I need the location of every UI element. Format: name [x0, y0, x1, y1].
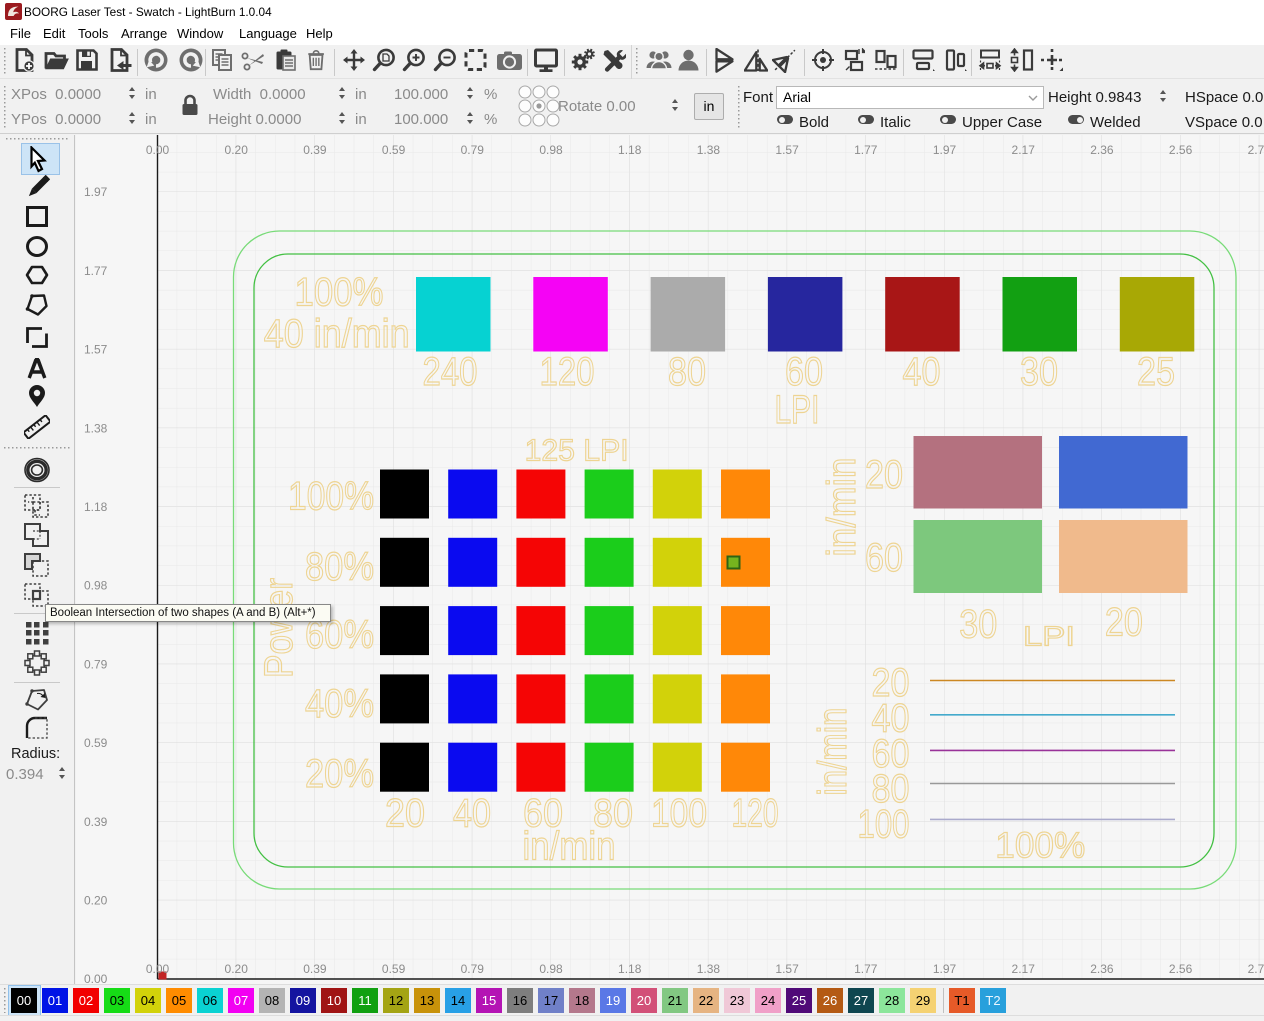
svg-text:2.76: 2.76 — [1248, 143, 1264, 157]
svg-text:100%: 100% — [295, 271, 384, 315]
svg-text:0.39: 0.39 — [303, 962, 327, 976]
svg-text:125 LPI: 125 LPI — [525, 433, 629, 468]
svg-text:30: 30 — [959, 602, 997, 646]
svg-text:40%: 40% — [305, 682, 374, 726]
svg-text:0.20: 0.20 — [84, 894, 108, 908]
svg-text:1.38: 1.38 — [697, 143, 721, 157]
svg-text:1.77: 1.77 — [84, 264, 108, 278]
svg-text:0.59: 0.59 — [382, 962, 406, 976]
svg-text:0.39: 0.39 — [84, 815, 108, 829]
svg-text:0.79: 0.79 — [461, 962, 485, 976]
svg-text:20%: 20% — [305, 752, 374, 796]
svg-text:40 in/min: 40 in/min — [264, 312, 410, 356]
svg-text:0.39: 0.39 — [303, 143, 327, 157]
svg-text:1.97: 1.97 — [84, 185, 108, 199]
svg-text:1.77: 1.77 — [854, 143, 878, 157]
svg-text:120: 120 — [540, 350, 595, 394]
svg-text:0.79: 0.79 — [84, 657, 108, 671]
svg-text:in/min: in/min — [820, 458, 864, 557]
svg-text:1.18: 1.18 — [84, 500, 108, 514]
svg-text:2.56: 2.56 — [1169, 962, 1193, 976]
svg-text:100: 100 — [651, 792, 707, 836]
svg-text:1.38: 1.38 — [697, 962, 721, 976]
svg-text:2.36: 2.36 — [1090, 962, 1114, 976]
svg-text:1.18: 1.18 — [618, 143, 642, 157]
svg-text:40: 40 — [903, 350, 941, 394]
svg-text:100%: 100% — [995, 824, 1085, 865]
svg-text:1.97: 1.97 — [933, 962, 957, 976]
svg-text:in/min: in/min — [811, 708, 855, 796]
svg-text:0.59: 0.59 — [382, 143, 406, 157]
svg-text:0.98: 0.98 — [539, 143, 563, 157]
svg-text:20: 20 — [385, 792, 425, 836]
svg-text:0.00: 0.00 — [84, 972, 108, 984]
svg-text:60: 60 — [865, 536, 903, 580]
svg-text:2.17: 2.17 — [1012, 143, 1036, 157]
svg-text:2.56: 2.56 — [1169, 143, 1193, 157]
svg-text:0.00: 0.00 — [146, 962, 170, 976]
svg-text:in/min: in/min — [523, 825, 616, 869]
svg-text:40: 40 — [453, 792, 491, 836]
svg-text:1.77: 1.77 — [854, 962, 878, 976]
svg-text:2.17: 2.17 — [1012, 962, 1036, 976]
svg-text:1.18: 1.18 — [618, 962, 642, 976]
svg-text:LPI: LPI — [1023, 620, 1075, 651]
svg-text:Power: Power — [257, 578, 301, 678]
svg-text:1.57: 1.57 — [775, 143, 799, 157]
svg-text:2.36: 2.36 — [1090, 143, 1114, 157]
svg-text:80%: 80% — [305, 545, 374, 589]
svg-text:240: 240 — [423, 350, 478, 394]
svg-text:1.97: 1.97 — [933, 143, 957, 157]
svg-text:0.79: 0.79 — [461, 143, 485, 157]
svg-text:25: 25 — [1137, 350, 1175, 394]
svg-text:0.00: 0.00 — [146, 143, 170, 157]
svg-text:20: 20 — [865, 453, 903, 497]
svg-text:1.57: 1.57 — [84, 343, 108, 357]
svg-text:0.98: 0.98 — [539, 962, 563, 976]
svg-text:0.98: 0.98 — [84, 579, 108, 593]
svg-text:0.20: 0.20 — [225, 962, 249, 976]
svg-text:20: 20 — [1105, 600, 1143, 644]
svg-text:1.38: 1.38 — [84, 421, 108, 435]
svg-text:100: 100 — [858, 802, 910, 846]
svg-text:0.20: 0.20 — [225, 143, 249, 157]
svg-text:LPI: LPI — [775, 388, 820, 432]
svg-text:100%: 100% — [288, 475, 374, 519]
svg-text:1.57: 1.57 — [775, 962, 799, 976]
svg-text:0.59: 0.59 — [84, 736, 108, 750]
svg-text:80: 80 — [668, 350, 706, 394]
svg-text:120: 120 — [732, 792, 779, 836]
svg-text:30: 30 — [1020, 350, 1058, 394]
svg-text:2.76: 2.76 — [1248, 962, 1264, 976]
